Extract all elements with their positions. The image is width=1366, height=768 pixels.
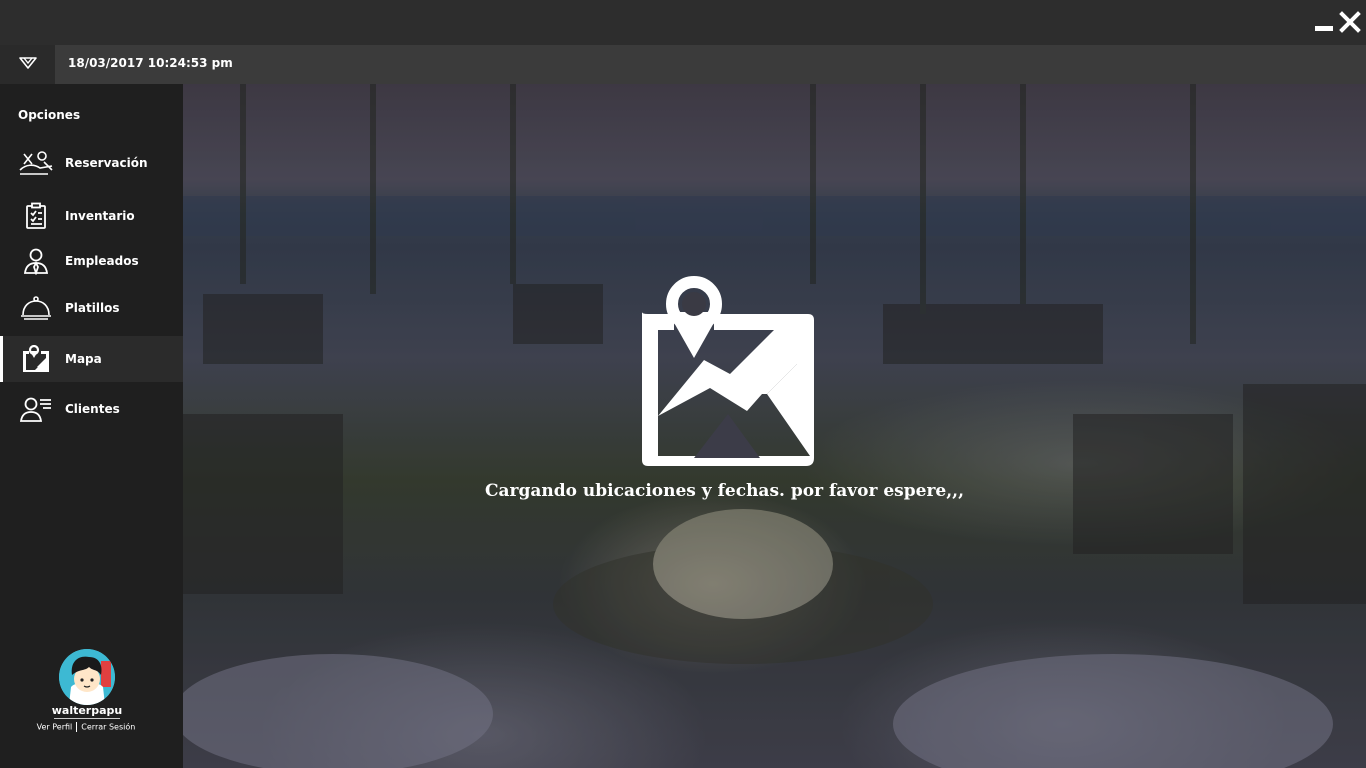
sidebar-heading: Opciones (18, 108, 81, 122)
sidebar-item-label: Reservación (65, 156, 148, 170)
sidebar-item-label: Platillos (65, 301, 120, 315)
top-bar: 18/03/2017 10:24:53 pm (0, 45, 1366, 84)
sidebar-item-empleados[interactable]: Empleados (0, 238, 183, 284)
sidebar-item-label: Inventario (65, 209, 135, 223)
sidebar-item-platillos[interactable]: Platillos (0, 285, 183, 331)
sidebar-item-clientes[interactable]: Clientes (0, 386, 183, 432)
sidebar-item-mapa[interactable]: Mapa (0, 336, 183, 382)
menu-dropdown-button[interactable] (0, 45, 55, 84)
map-pin-icon (634, 276, 816, 468)
loading-message: Cargando ubicaciones y fechas. por favor… (485, 481, 964, 501)
title-bar (0, 0, 1366, 45)
sidebar-item-inventario[interactable]: Inventario (0, 193, 183, 239)
chevron-down-icon (18, 55, 38, 74)
clipboard-icon (18, 201, 54, 231)
link-separator (76, 722, 78, 732)
username: walterpapu (51, 704, 123, 717)
sidebar: Opciones Reservación Inventario Empleado… (0, 84, 183, 768)
clients-icon (18, 394, 54, 424)
profile-links: Ver Perfil Cerrar Sesión (0, 722, 172, 732)
employee-icon (18, 246, 54, 276)
dish-cloche-icon (18, 293, 54, 323)
username-underline (54, 718, 120, 719)
avatar[interactable] (59, 649, 115, 705)
view-profile-link[interactable]: Ver Perfil (37, 723, 73, 732)
sidebar-item-label: Mapa (65, 352, 102, 366)
logout-link[interactable]: Cerrar Sesión (81, 723, 135, 732)
sidebar-item-label: Clientes (65, 402, 120, 416)
datetime-display: 18/03/2017 10:24:53 pm (68, 56, 233, 70)
close-icon[interactable] (1339, 10, 1361, 34)
sidebar-item-label: Empleados (65, 254, 139, 268)
reservation-icon (18, 148, 54, 178)
map-content-area: Cargando ubicaciones y fechas. por favor… (183, 84, 1366, 768)
user-profile: walterpapu Ver Perfil Cerrar Sesión (0, 649, 183, 749)
map-icon (18, 344, 54, 374)
minimize-icon[interactable] (1313, 10, 1335, 34)
sidebar-item-reservacion[interactable]: Reservación (0, 140, 183, 186)
